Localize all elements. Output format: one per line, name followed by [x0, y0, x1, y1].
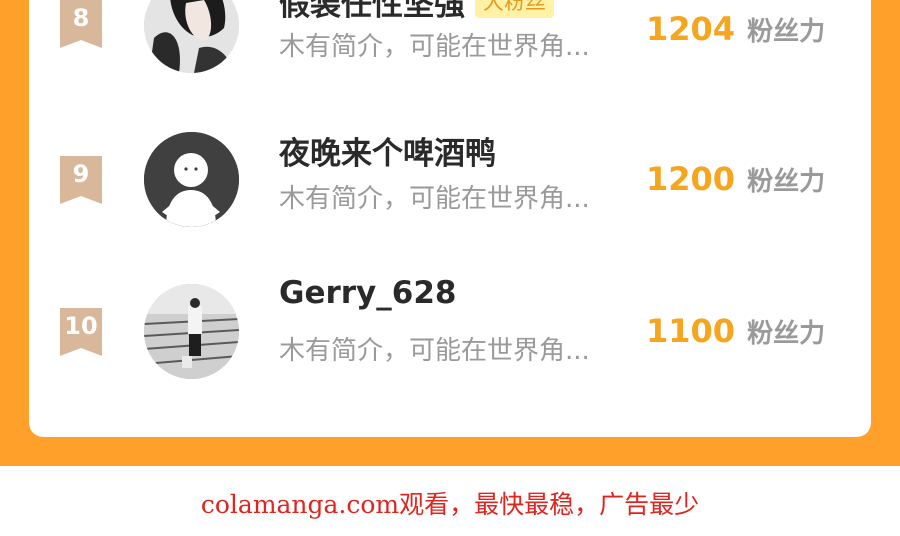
fan-power-value: 1200 [646, 160, 736, 198]
avatar[interactable] [144, 132, 239, 227]
ranking-row[interactable]: 8 假装任性坚强 大粉丝 木有简介，可能在世界角... 1204 粉丝力 [29, 0, 871, 88]
name-line: 假装任性坚强 大粉丝 [279, 0, 554, 24]
fan-power: 1100 粉丝力 [646, 312, 825, 350]
fan-level-badge: 大粉丝 [475, 0, 554, 18]
watermark-text: colamanga.com观看，最快最稳，广告最少 [200, 490, 700, 519]
avatar[interactable] [144, 0, 239, 73]
ranking-card: 8 假装任性坚强 大粉丝 木有简介，可能在世界角... 1204 粉丝力 9 夜… [29, 0, 871, 437]
fan-power-unit: 粉丝力 [747, 319, 826, 349]
user-name[interactable]: 假装任性坚强 [279, 0, 465, 24]
rank-badge: 9 [60, 156, 102, 204]
user-bio: 木有简介，可能在世界角... [279, 184, 590, 214]
user-name[interactable]: Gerry_628 [279, 275, 456, 311]
fan-power-value: 1204 [646, 10, 736, 48]
ranking-row[interactable]: 10 Gerry_628 木有简介，可能在世界角... 1100 粉丝力 [29, 275, 871, 384]
user-bio: 木有简介，可能在世界角... [279, 336, 590, 366]
user-name[interactable]: 夜晚来个啤酒鸭 [279, 128, 496, 173]
name-line: Gerry_628 [279, 272, 456, 314]
rank-badge: 10 [60, 308, 102, 356]
user-bio: 木有简介，可能在世界角... [279, 32, 590, 62]
avatar[interactable] [144, 284, 239, 379]
fan-power: 1204 粉丝力 [646, 10, 825, 48]
fan-power-unit: 粉丝力 [747, 167, 826, 197]
name-line: 夜晚来个啤酒鸭 [279, 128, 496, 173]
ranking-row[interactable]: 9 夜晚来个啤酒鸭 木有简介，可能在世界角... 1200 粉丝力 [29, 132, 871, 232]
fan-power-unit: 粉丝力 [747, 17, 826, 47]
rank-badge: 8 [60, 0, 102, 48]
fan-power: 1200 粉丝力 [646, 160, 825, 198]
fan-power-value: 1100 [646, 312, 736, 350]
